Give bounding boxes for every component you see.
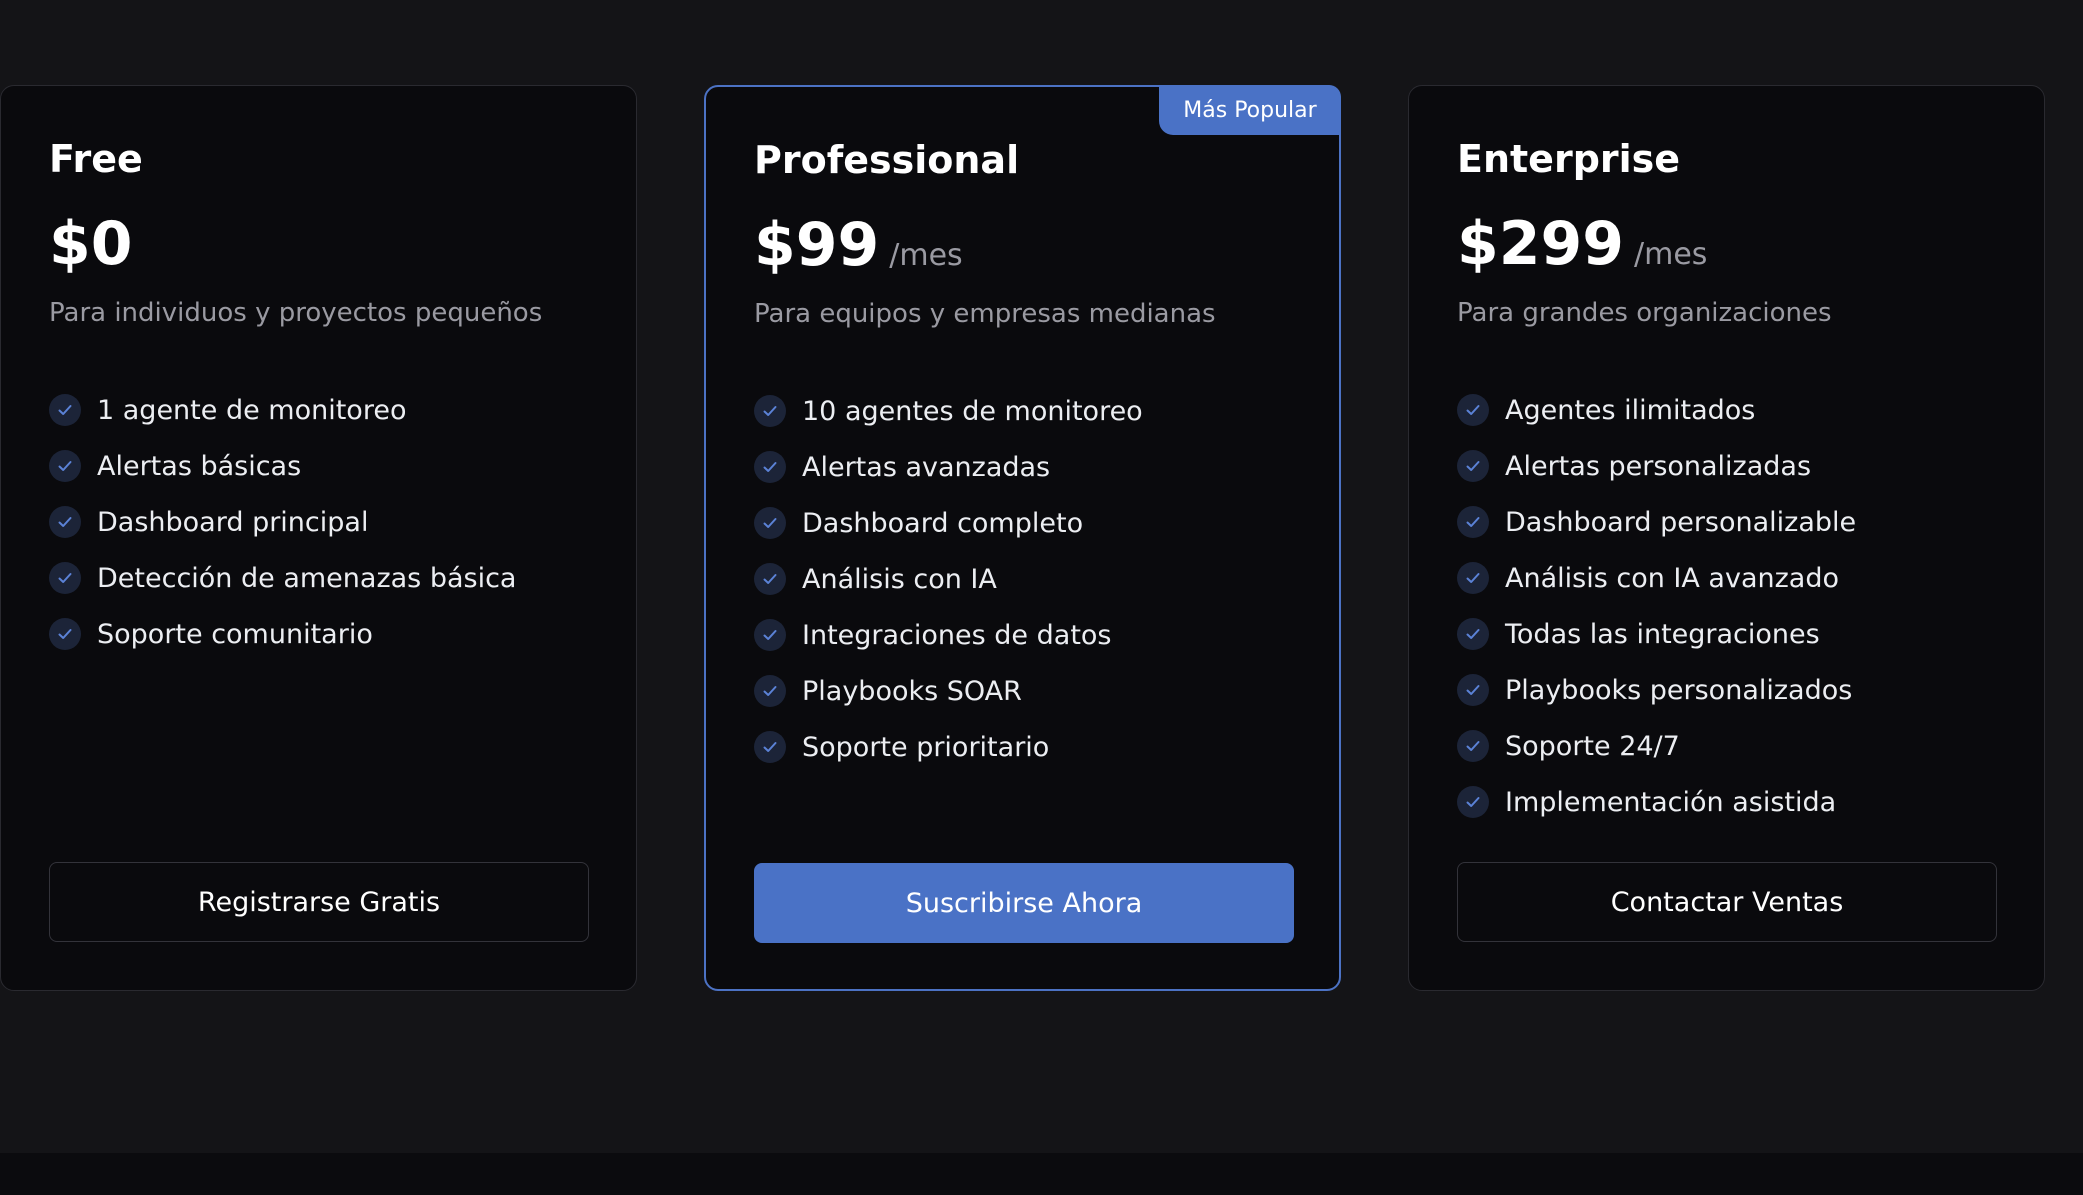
feature-text: Playbooks personalizados xyxy=(1505,674,1853,706)
feature-item: 1 agente de monitoreo xyxy=(49,382,516,438)
feature-item: Detección de amenazas básica xyxy=(49,550,516,606)
feature-item: Análisis con IA avanzado xyxy=(1457,550,1856,606)
register-free-button[interactable]: Registrarse Gratis xyxy=(49,862,589,942)
feature-item: Soporte 24/7 xyxy=(1457,718,1856,774)
feature-item: Agentes ilimitados xyxy=(1457,382,1856,438)
check-icon xyxy=(754,563,786,595)
feature-item: Dashboard personalizable xyxy=(1457,494,1856,550)
check-icon xyxy=(754,731,786,763)
check-icon xyxy=(49,506,81,538)
pricing-card-enterprise: Enterprise $299 /mes Para grandes organi… xyxy=(1408,85,2045,991)
feature-text: Playbooks SOAR xyxy=(802,675,1022,707)
check-icon xyxy=(49,618,81,650)
page-footer-strip xyxy=(0,1153,2083,1195)
feature-item: Integraciones de datos xyxy=(754,607,1143,663)
plan-period: /mes xyxy=(889,238,963,273)
feature-text: Dashboard personalizable xyxy=(1505,506,1857,538)
check-icon xyxy=(1457,730,1489,762)
feature-item: Todas las integraciones xyxy=(1457,606,1856,662)
feature-item: Playbooks SOAR xyxy=(754,663,1143,719)
check-icon xyxy=(49,394,81,426)
check-icon xyxy=(754,507,786,539)
feature-item: Implementación asistida xyxy=(1457,774,1856,830)
feature-text: Análisis con IA avanzado xyxy=(1505,562,1839,594)
plan-price: $299 xyxy=(1457,209,1624,279)
feature-text: Análisis con IA xyxy=(802,563,997,595)
feature-text: Soporte 24/7 xyxy=(1505,730,1680,762)
contact-sales-button[interactable]: Contactar Ventas xyxy=(1457,862,1997,942)
feature-text: Dashboard principal xyxy=(97,506,369,538)
feature-text: Alertas básicas xyxy=(97,450,302,482)
subscribe-now-button[interactable]: Suscribirse Ahora xyxy=(754,863,1294,943)
feature-text: Alertas avanzadas xyxy=(802,451,1051,483)
check-icon xyxy=(1457,394,1489,426)
check-icon xyxy=(1457,450,1489,482)
feature-text: Soporte comunitario xyxy=(97,618,373,650)
feature-text: Todas las integraciones xyxy=(1505,618,1820,650)
feature-list: 1 agente de monitoreo Alertas básicas Dash… xyxy=(49,382,516,662)
feature-text: Soporte prioritario xyxy=(802,731,1050,763)
price-row: $99 /mes xyxy=(754,215,963,275)
feature-text: Alertas personalizadas xyxy=(1505,450,1812,482)
feature-item: Alertas personalizadas xyxy=(1457,438,1856,494)
plan-description: Para grandes organizaciones xyxy=(1457,298,1832,328)
plan-name: Enterprise xyxy=(1457,137,1681,181)
feature-item: Alertas avanzadas xyxy=(754,439,1143,495)
check-icon xyxy=(49,562,81,594)
pricing-card-free: Free $0 Para individuos y proyectos pequ… xyxy=(0,85,637,991)
check-icon xyxy=(754,619,786,651)
feature-text: Integraciones de datos xyxy=(802,619,1112,651)
feature-text: 10 agentes de monitoreo xyxy=(802,395,1143,427)
check-icon xyxy=(49,450,81,482)
feature-text: 1 agente de monitoreo xyxy=(97,394,407,426)
check-icon xyxy=(754,451,786,483)
plan-name: Free xyxy=(49,137,143,181)
check-icon xyxy=(754,675,786,707)
feature-list: 10 agentes de monitoreo Alertas avanzadas… xyxy=(754,383,1143,775)
plan-period: /mes xyxy=(1634,237,1708,272)
feature-text: Dashboard completo xyxy=(802,507,1084,539)
price-row: $0 xyxy=(49,214,143,274)
check-icon xyxy=(1457,506,1489,538)
feature-item: Dashboard principal xyxy=(49,494,516,550)
feature-text: Detección de amenazas básica xyxy=(97,562,517,594)
feature-item: 10 agentes de monitoreo xyxy=(754,383,1143,439)
plan-price: $99 xyxy=(754,210,880,280)
plan-name: Professional xyxy=(754,138,1020,182)
pricing-card-professional: Más Popular Professional $99 /mes Para e… xyxy=(704,85,1341,991)
feature-item: Alertas básicas xyxy=(49,438,516,494)
plan-description: Para equipos y empresas medianas xyxy=(754,299,1216,329)
feature-item: Playbooks personalizados xyxy=(1457,662,1856,718)
feature-list: Agentes ilimitados Alertas personalizadas… xyxy=(1457,382,1856,830)
plan-price: $0 xyxy=(49,209,133,279)
plan-description: Para individuos y proyectos pequeños xyxy=(49,298,543,328)
feature-text: Implementación asistida xyxy=(1505,786,1837,818)
feature-item: Soporte prioritario xyxy=(754,719,1143,775)
price-row: $299 /mes xyxy=(1457,214,1707,274)
most-popular-badge: Más Popular xyxy=(1159,85,1341,135)
check-icon xyxy=(1457,562,1489,594)
feature-item: Dashboard completo xyxy=(754,495,1143,551)
check-icon xyxy=(1457,786,1489,818)
feature-item: Soporte comunitario xyxy=(49,606,516,662)
check-icon xyxy=(754,395,786,427)
check-icon xyxy=(1457,618,1489,650)
check-icon xyxy=(1457,674,1489,706)
feature-text: Agentes ilimitados xyxy=(1505,394,1756,426)
feature-item: Análisis con IA xyxy=(754,551,1143,607)
